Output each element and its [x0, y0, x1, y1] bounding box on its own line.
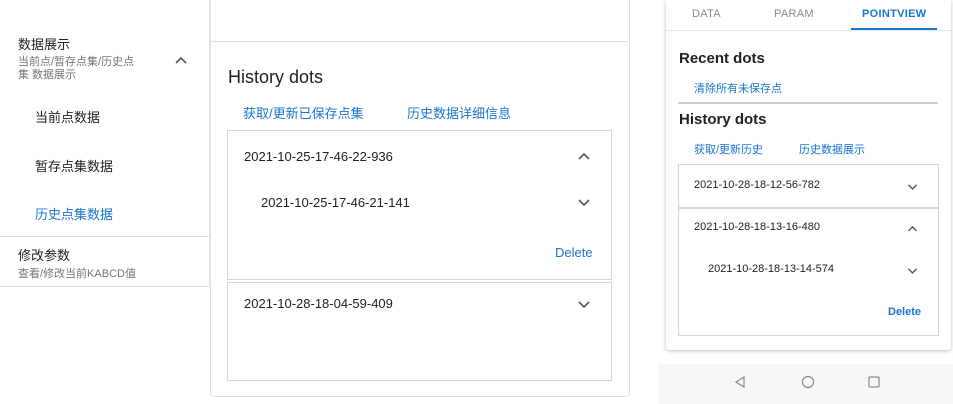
sidebar-section-title: 数据展示	[18, 37, 71, 52]
history-group-name[interactable]: 2021-10-25-17-46-22-936	[244, 149, 393, 164]
history-detail-button[interactable]: 历史数据详细信息	[407, 103, 511, 122]
sidebar-section-data-display[interactable]: 数据展示 当前点/暂存点集/历史点 集 数据展示	[18, 34, 193, 88]
delete-button[interactable]: Delete	[888, 306, 921, 318]
sidebar: 数据展示 当前点/暂存点集/历史点 集 数据展示 当前点数据 暂存点集数据 历史…	[0, 0, 210, 287]
sidebar-item-staged-points[interactable]: 暂存点集数据	[35, 156, 113, 175]
tab-param[interactable]: PARAM	[774, 8, 814, 20]
history-group-name[interactable]: 2021-10-28-18-12-56-782	[694, 179, 820, 191]
chevron-up-icon[interactable]	[906, 222, 919, 235]
history-dots-title: History dots	[679, 111, 767, 128]
page-title: History dots	[228, 67, 324, 87]
tab-divider	[666, 30, 951, 31]
panel-top-divider	[210, 41, 628, 42]
chevron-down-icon[interactable]	[906, 264, 919, 277]
sidebar-section-title: 修改参数	[18, 248, 71, 263]
home-icon[interactable]	[801, 375, 815, 389]
chevron-up-icon[interactable]	[576, 148, 592, 164]
history-group-name[interactable]: 2021-10-28-18-04-59-409	[244, 296, 393, 311]
section-divider	[678, 102, 938, 104]
fetch-saved-points-button[interactable]: 获取/更新已保存点集	[243, 103, 364, 122]
history-point-item[interactable]: 2021-10-25-17-46-21-141	[261, 195, 410, 210]
tab-pointview[interactable]: POINTVIEW	[862, 8, 926, 20]
sidebar-divider	[0, 236, 209, 237]
tab-data[interactable]: DATA	[692, 8, 721, 20]
history-group-name[interactable]: 2021-10-28-18-13-16-480	[694, 221, 820, 233]
sidebar-item-history-points[interactable]: 历史点集数据	[35, 204, 113, 223]
chevron-up-icon[interactable]	[174, 55, 188, 65]
fetch-history-button[interactable]: 获取/更新历史	[694, 141, 763, 157]
delete-button[interactable]: Delete	[555, 245, 593, 260]
chevron-down-icon[interactable]	[576, 296, 592, 312]
history-point-item[interactable]: 2021-10-28-18-13-14-574	[708, 263, 834, 275]
history-display-button[interactable]: 历史数据展示	[799, 141, 865, 157]
back-icon[interactable]	[733, 375, 747, 389]
sidebar-bottom-divider	[0, 286, 209, 287]
chevron-down-icon[interactable]	[906, 180, 919, 193]
recents-icon[interactable]	[867, 375, 881, 389]
recent-dots-title: Recent dots	[679, 50, 765, 67]
sidebar-section-subtitle: 查看/修改当前KABCD值	[18, 268, 136, 280]
sidebar-item-current-points[interactable]: 当前点数据	[35, 107, 100, 126]
clear-unsaved-button[interactable]: 清除所有未保存点	[694, 80, 782, 96]
sidebar-section-subtitle: 当前点/暂存点集/历史点	[18, 56, 135, 68]
chevron-down-icon[interactable]	[576, 194, 592, 210]
sidebar-section-modify-params[interactable]: 修改参数 查看/修改当前KABCD值	[18, 245, 136, 281]
sidebar-section-subtitle-line2: 集 数据展示	[18, 69, 77, 81]
